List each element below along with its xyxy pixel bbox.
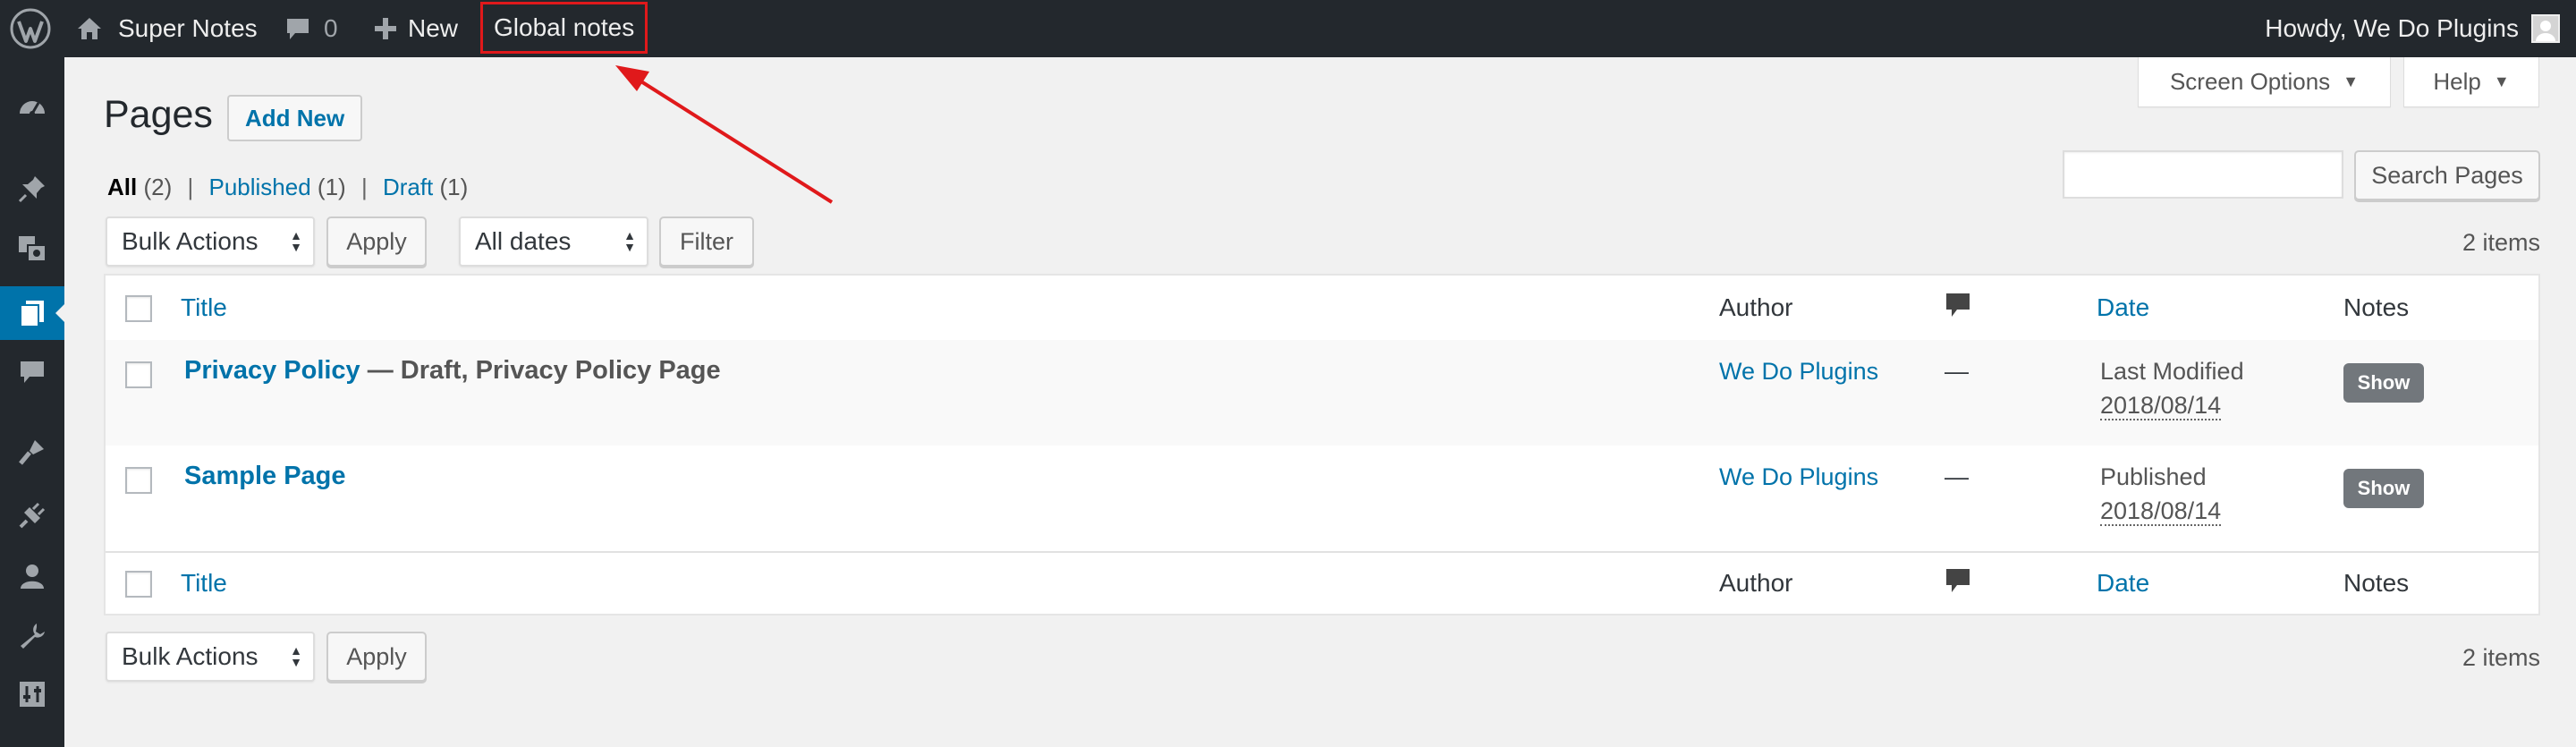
screen-options-label: Screen Options <box>2169 68 2331 95</box>
media-icon[interactable] <box>0 222 64 276</box>
view-all-count: (2) <box>143 174 173 200</box>
wordpress-logo-icon[interactable] <box>9 0 52 57</box>
select-all-checkbox[interactable] <box>125 571 152 598</box>
column-title-footer[interactable]: Title <box>181 569 227 598</box>
comments-count: — <box>1945 358 1969 385</box>
date-status: Published <box>2100 463 2207 490</box>
column-author-footer: Author <box>1719 569 1793 597</box>
comments-link[interactable]: 0 <box>284 0 338 57</box>
help-label: Help <box>2433 68 2481 95</box>
comments-count: 0 <box>324 14 338 42</box>
tools-icon[interactable] <box>0 609 64 663</box>
column-date-header[interactable]: Date <box>2097 293 2149 322</box>
select-arrows-icon: ▲ ▼ <box>623 228 636 254</box>
comments-column-icon <box>1945 567 1971 602</box>
show-notes-button[interactable]: Show <box>2343 469 2424 508</box>
dates-value: All dates <box>475 227 572 255</box>
items-count-bottom: 2 items <box>2462 644 2540 671</box>
table-row: Sample Page We Do Plugins — Published 20… <box>106 446 2538 551</box>
plugins-icon[interactable] <box>0 488 64 542</box>
comments-icon[interactable] <box>0 345 64 399</box>
greeting: Howdy, We Do Plugins <box>2265 14 2519 42</box>
select-arrows-icon: ▲ ▼ <box>290 228 302 254</box>
pages-table: Title Author Date Notes Privacy Policy —… <box>104 274 2540 615</box>
avatar <box>2531 14 2560 43</box>
filter-button[interactable]: Filter <box>659 216 754 267</box>
view-filters: All (2) | Published (1) | Draft (1) <box>107 174 468 201</box>
author-link[interactable]: We Do Plugins <box>1719 463 1878 491</box>
comments-column-icon <box>1945 292 1971 327</box>
post-state: — Draft, Privacy Policy Page <box>360 356 721 385</box>
table-row: Privacy Policy — Draft, Privacy Policy P… <box>106 340 2538 446</box>
view-draft-count: (1) <box>439 174 469 200</box>
row-title-link[interactable]: Sample Page <box>184 462 346 490</box>
site-name: Super Notes <box>118 14 258 42</box>
search-input[interactable] <box>2063 150 2343 199</box>
select-arrows-icon: ▲ ▼ <box>290 643 302 669</box>
row-title-cell: Privacy Policy — Draft, Privacy Policy P… <box>184 356 721 386</box>
apply-button-bottom[interactable]: Apply <box>326 632 427 682</box>
view-draft-link[interactable]: Draft <box>383 174 433 200</box>
caret-down-icon: ▼ <box>2343 72 2360 90</box>
plus-icon <box>375 18 396 39</box>
items-count: 2 items <box>2462 229 2540 256</box>
new-label: New <box>408 14 459 42</box>
date-cell: Last Modified 2018/08/14 <box>2100 354 2244 422</box>
global-notes-link[interactable]: Global notes <box>480 2 648 54</box>
pages-icon[interactable] <box>0 286 64 340</box>
row-checkbox[interactable] <box>125 467 152 494</box>
site-name-link[interactable]: Super Notes <box>75 0 258 57</box>
date-cell: Published 2018/08/14 <box>2100 460 2222 528</box>
bulk-actions-select[interactable]: Bulk Actions ▲ ▼ <box>106 216 315 267</box>
dashboard-icon[interactable] <box>0 81 64 134</box>
date-status: Last Modified <box>2100 358 2244 385</box>
comment-icon <box>287 19 309 39</box>
settings-icon[interactable] <box>0 667 64 721</box>
date-value: 2018/08/14 <box>2100 392 2222 420</box>
new-content-link[interactable]: New <box>374 0 458 57</box>
column-notes-footer: Notes <box>2343 569 2410 597</box>
caret-down-icon: ▼ <box>2493 72 2510 90</box>
table-header: Title Author Date Notes <box>106 276 2538 342</box>
row-title-link[interactable]: Privacy Policy <box>184 356 360 385</box>
page-title: Pages <box>104 93 213 136</box>
author-link[interactable]: We Do Plugins <box>1719 358 1878 386</box>
view-all-link[interactable]: All <box>107 174 137 200</box>
appearance-icon[interactable] <box>0 425 64 479</box>
apply-button[interactable]: Apply <box>326 216 427 267</box>
column-author-header: Author <box>1719 293 1793 321</box>
bulk-actions-value: Bulk Actions <box>122 642 258 670</box>
select-all-checkbox[interactable] <box>125 295 152 322</box>
view-published-link[interactable]: Published <box>208 174 310 200</box>
users-icon[interactable] <box>0 549 64 603</box>
screen-options-button[interactable]: Screen Options ▼ <box>2138 57 2391 107</box>
separator: | <box>187 174 194 200</box>
show-notes-button[interactable]: Show <box>2343 363 2424 403</box>
view-published-count: (1) <box>317 174 346 200</box>
bulk-actions-select-bottom[interactable]: Bulk Actions ▲ ▼ <box>106 632 315 682</box>
bulk-actions-value: Bulk Actions <box>122 227 258 255</box>
comments-count: — <box>1945 463 1969 490</box>
dates-select[interactable]: All dates ▲ ▼ <box>459 216 648 267</box>
admin-bar: Super Notes 0 New Global notes Howdy, We… <box>0 0 2576 57</box>
table-footer: Title Author Date Notes <box>106 551 2538 615</box>
column-date-footer[interactable]: Date <box>2097 569 2149 598</box>
column-title-header[interactable]: Title <box>181 293 227 322</box>
date-value: 2018/08/14 <box>2100 497 2222 526</box>
add-new-button[interactable]: Add New <box>227 95 363 141</box>
separator: | <box>360 174 368 200</box>
admin-sidebar <box>0 57 64 747</box>
help-button[interactable]: Help ▼ <box>2403 57 2539 107</box>
row-checkbox[interactable] <box>125 361 152 388</box>
my-account-link[interactable]: Howdy, We Do Plugins <box>2265 0 2560 57</box>
column-notes-header: Notes <box>2343 293 2410 321</box>
search-pages-button[interactable]: Search Pages <box>2354 150 2540 200</box>
row-title-cell: Sample Page <box>184 462 346 491</box>
pin-icon[interactable] <box>0 162 64 216</box>
home-icon <box>78 18 101 39</box>
